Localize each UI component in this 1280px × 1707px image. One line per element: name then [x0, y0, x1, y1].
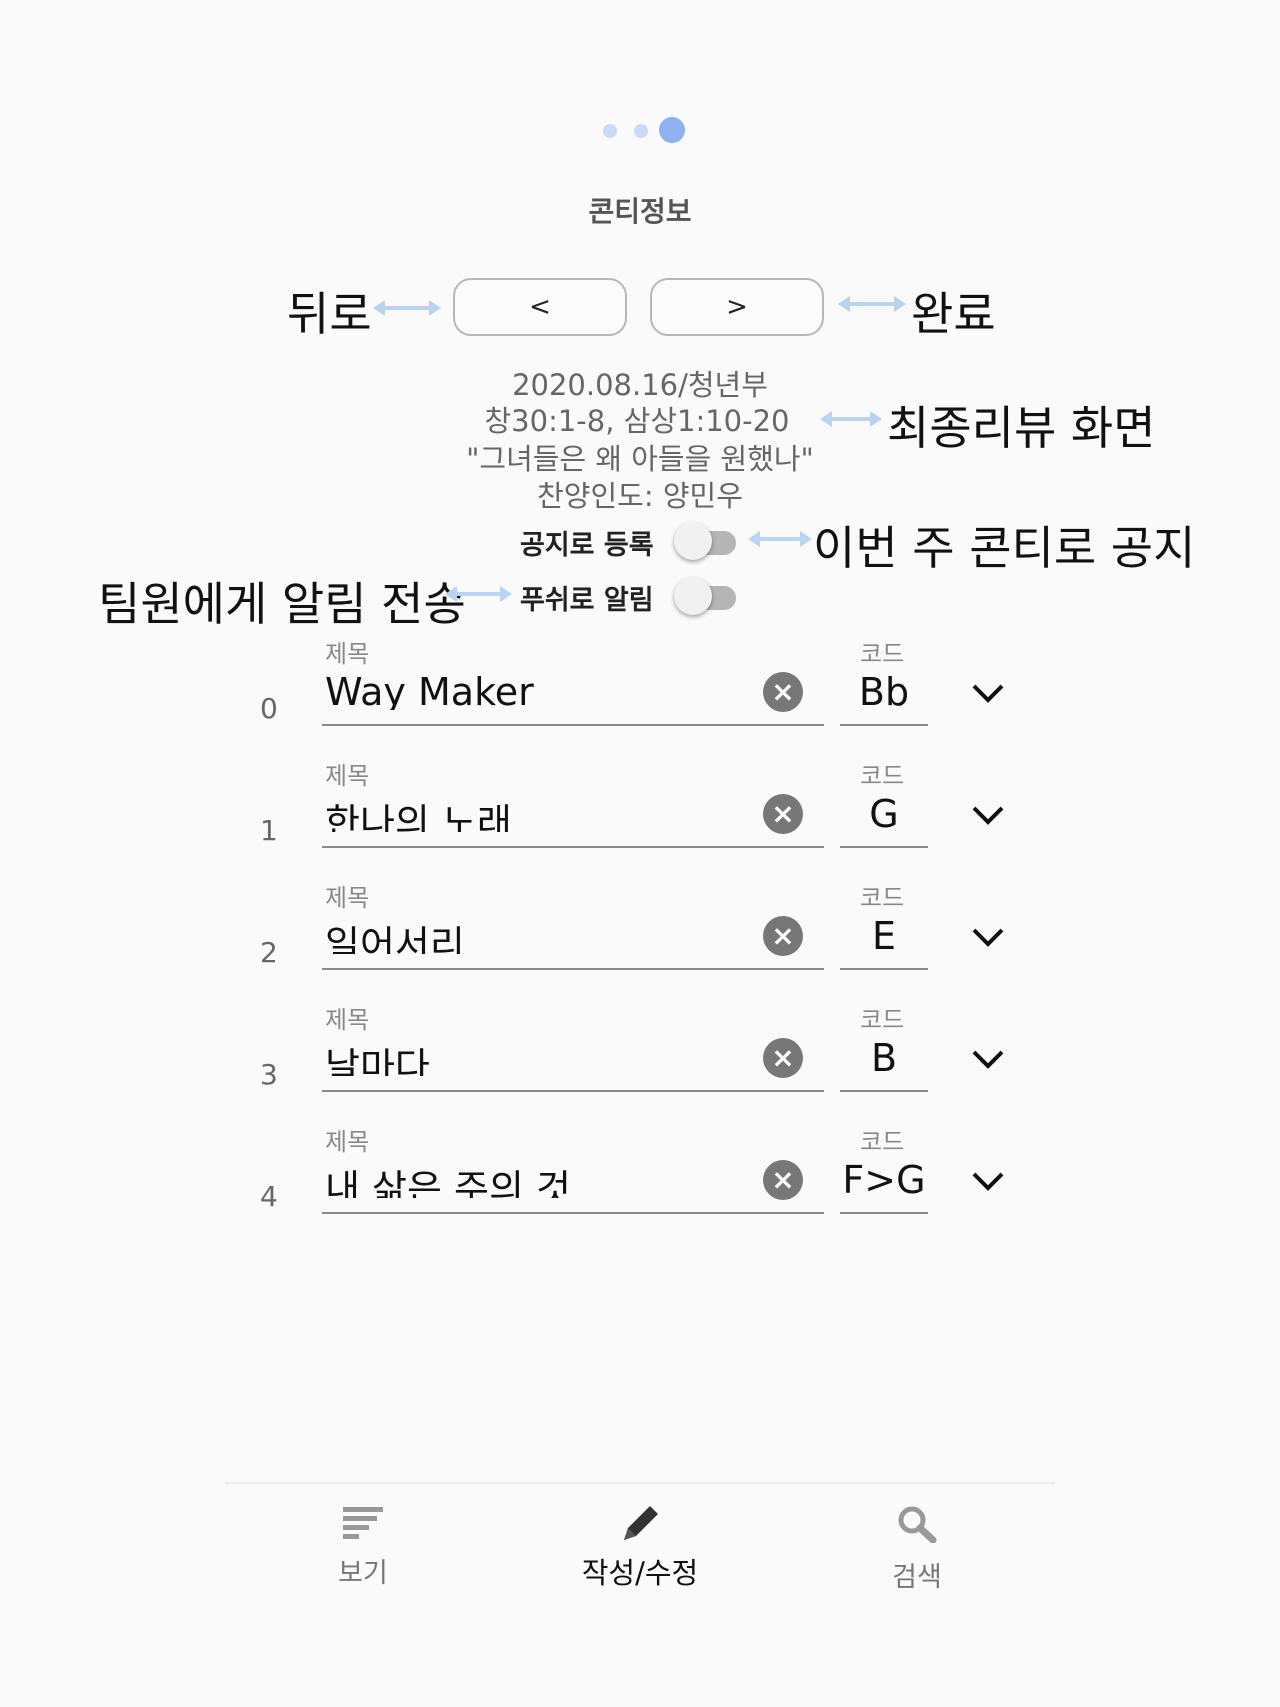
song-index: 0: [260, 692, 278, 725]
annotation-back: 뒤로: [287, 287, 372, 341]
tab-search-label: 검색: [892, 1562, 942, 1593]
song-code-label: 코드: [860, 1128, 905, 1156]
tab-edit[interactable]: 작성/수정: [530, 1502, 750, 1592]
notice-toggle-label: 공지로 등록: [520, 530, 654, 561]
song-title-underline: [322, 1212, 824, 1214]
song-row: 제목 코드 3 날마다 × B: [0, 986, 1280, 1108]
chevron-down-icon[interactable]: [970, 1044, 1006, 1074]
annotation-notice: 이번 주 콘티로 공지: [813, 521, 1196, 575]
song-row: 제목 코드 0 Way Maker × Bb: [0, 620, 1280, 742]
tab-view-label: 보기: [338, 1558, 388, 1589]
song-code-underline: [840, 968, 928, 970]
song-code-label: 코드: [860, 640, 905, 668]
annotation-done: 완료: [911, 287, 996, 341]
song-title-input[interactable]: 일어서리: [325, 914, 815, 954]
bottom-nav-divider: [225, 1482, 1055, 1484]
push-toggle-label: 푸쉬로 알림: [520, 585, 654, 616]
song-index: 4: [260, 1180, 278, 1213]
song-code-input[interactable]: B: [840, 1036, 928, 1080]
annotation-back-arrow: [373, 300, 441, 316]
page-dot-3-active: [659, 117, 685, 143]
list-icon: [343, 1507, 383, 1539]
song-title-underline: [322, 1090, 824, 1092]
info-worship-leader: 찬양인도: 양민우: [537, 479, 743, 513]
song-code-input[interactable]: E: [840, 914, 928, 958]
song-title-underline: [322, 846, 824, 848]
song-title-label: 제목: [325, 1128, 370, 1156]
song-code-label: 코드: [860, 884, 905, 912]
clear-title-button[interactable]: ×: [763, 794, 803, 834]
next-button[interactable]: >: [650, 278, 824, 336]
back-button[interactable]: <: [453, 278, 627, 336]
song-title-label: 제목: [325, 1006, 370, 1034]
page-dot-1: [603, 124, 617, 138]
song-title-label: 제목: [325, 884, 370, 912]
tab-search[interactable]: 검색: [807, 1505, 1027, 1594]
song-title-input[interactable]: 한나의 노래: [325, 792, 815, 832]
chevron-down-icon[interactable]: [970, 800, 1006, 830]
song-code-input[interactable]: Bb: [840, 670, 928, 714]
song-title-input[interactable]: 내 삶은 주의 것: [325, 1158, 815, 1198]
song-title-label: 제목: [325, 762, 370, 790]
song-row: 제목 코드 1 한나의 노래 × G: [0, 742, 1280, 864]
song-row: 제목 코드 4 내 삶은 주의 것 × F>G: [0, 1108, 1280, 1230]
clear-title-button[interactable]: ×: [763, 916, 803, 956]
song-code-underline: [840, 724, 928, 726]
song-row: 제목 코드 2 일어서리 × E: [0, 864, 1280, 986]
push-toggle-knob: [674, 577, 712, 615]
annotation-done-arrow: [838, 296, 906, 312]
song-title-underline: [322, 968, 824, 970]
annotation-team-alert-arrow: [445, 586, 512, 602]
clear-title-button[interactable]: ×: [763, 1038, 803, 1078]
push-toggle[interactable]: [674, 575, 738, 615]
song-title-label: 제목: [325, 640, 370, 668]
chevron-down-icon[interactable]: [970, 922, 1006, 952]
tab-view[interactable]: 보기: [253, 1505, 473, 1590]
song-index: 3: [260, 1058, 278, 1091]
tab-edit-label: 작성/수정: [581, 1556, 699, 1590]
clear-title-button[interactable]: ×: [763, 1160, 803, 1200]
song-code-underline: [840, 1090, 928, 1092]
annotation-final-review-arrow: [820, 411, 882, 427]
search-icon: [898, 1506, 937, 1544]
song-index: 1: [260, 814, 278, 847]
song-index: 2: [260, 936, 278, 969]
song-code-label: 코드: [860, 1006, 905, 1034]
clear-title-button[interactable]: ×: [763, 672, 803, 712]
song-code-underline: [840, 846, 928, 848]
page-title: 콘티정보: [588, 195, 692, 228]
annotation-final-review: 최종리뷰 화면: [887, 401, 1156, 455]
song-code-underline: [840, 1212, 928, 1214]
pencil-icon: [624, 1506, 658, 1540]
song-code-input[interactable]: G: [840, 792, 928, 836]
notice-toggle[interactable]: [674, 520, 738, 560]
page-dot-2: [634, 124, 648, 138]
chevron-down-icon[interactable]: [970, 1166, 1006, 1196]
song-title-underline: [322, 724, 824, 726]
song-title-input[interactable]: Way Maker: [325, 670, 815, 710]
song-code-input[interactable]: F>G: [840, 1158, 928, 1202]
song-code-label: 코드: [860, 762, 905, 790]
annotation-notice-arrow: [748, 531, 812, 547]
notice-toggle-knob: [674, 522, 712, 560]
song-title-input[interactable]: 날마다: [325, 1036, 815, 1076]
chevron-down-icon[interactable]: [970, 678, 1006, 708]
